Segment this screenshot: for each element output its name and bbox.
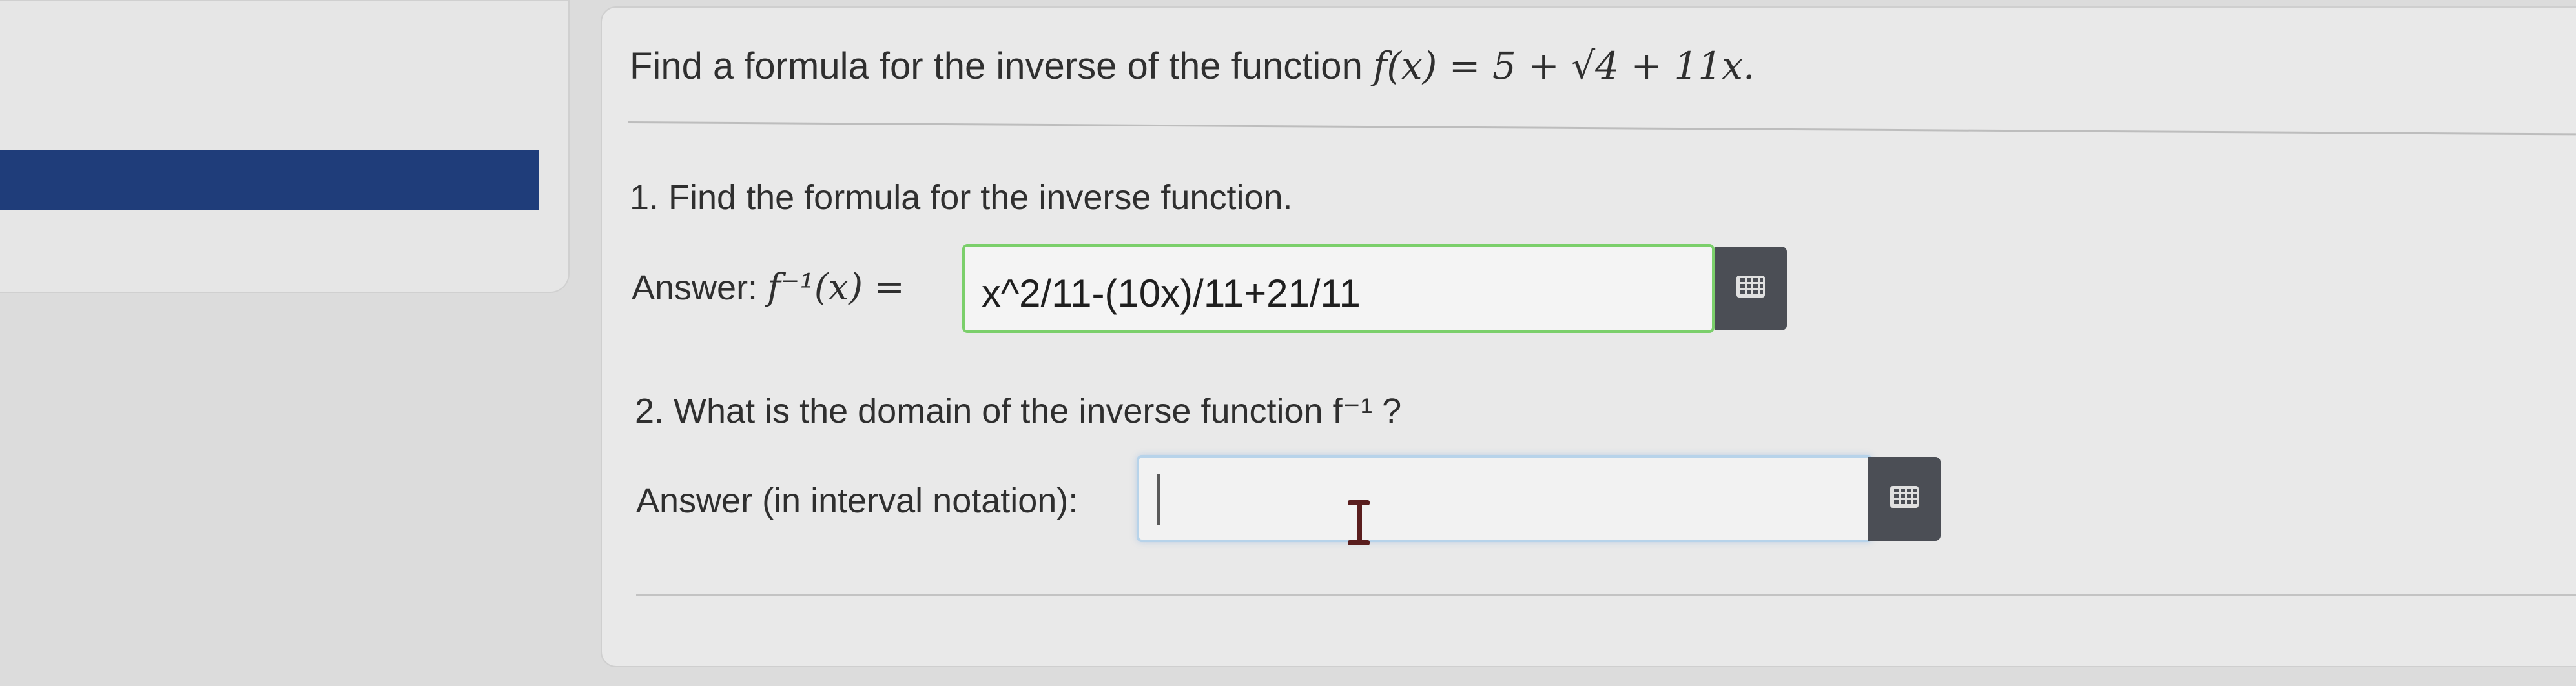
inverse-function-notation: f⁻¹(x) = — [767, 267, 905, 308]
part2-answer-label: Answer (in interval notation): — [636, 481, 1078, 520]
part1-answer-label: Answer: f⁻¹(x) = — [632, 267, 905, 308]
active-nav-item[interactable] — [0, 150, 539, 210]
keyboard-icon — [1890, 486, 1919, 508]
question-function: f(x) = 5 + √4 + 11x. — [1372, 44, 1755, 88]
inverse-formula-value[interactable]: x^2/11-(10x)/11+21/11 — [982, 271, 1361, 316]
answer-label-text: Answer: — [632, 268, 768, 307]
keyboard-icon — [1736, 276, 1765, 298]
left-panel — [0, 0, 570, 293]
part2-prompt: 2. What is the domain of the inverse fun… — [635, 392, 1402, 430]
math-keyboard-button-1[interactable] — [1715, 247, 1787, 330]
i-beam-cursor-icon — [1346, 500, 1371, 545]
question-intro: Find a formula for the inverse of the fu… — [630, 45, 1373, 87]
text-caret — [1157, 474, 1160, 525]
question-title: Find a formula for the inverse of the fu… — [630, 44, 1755, 88]
math-keyboard-button-2[interactable] — [1868, 457, 1941, 541]
domain-input[interactable] — [1137, 455, 1873, 542]
question-card — [601, 6, 2576, 667]
divider-bottom — [636, 594, 2576, 596]
part1-prompt: 1. Find the formula for the inverse func… — [630, 178, 1293, 217]
